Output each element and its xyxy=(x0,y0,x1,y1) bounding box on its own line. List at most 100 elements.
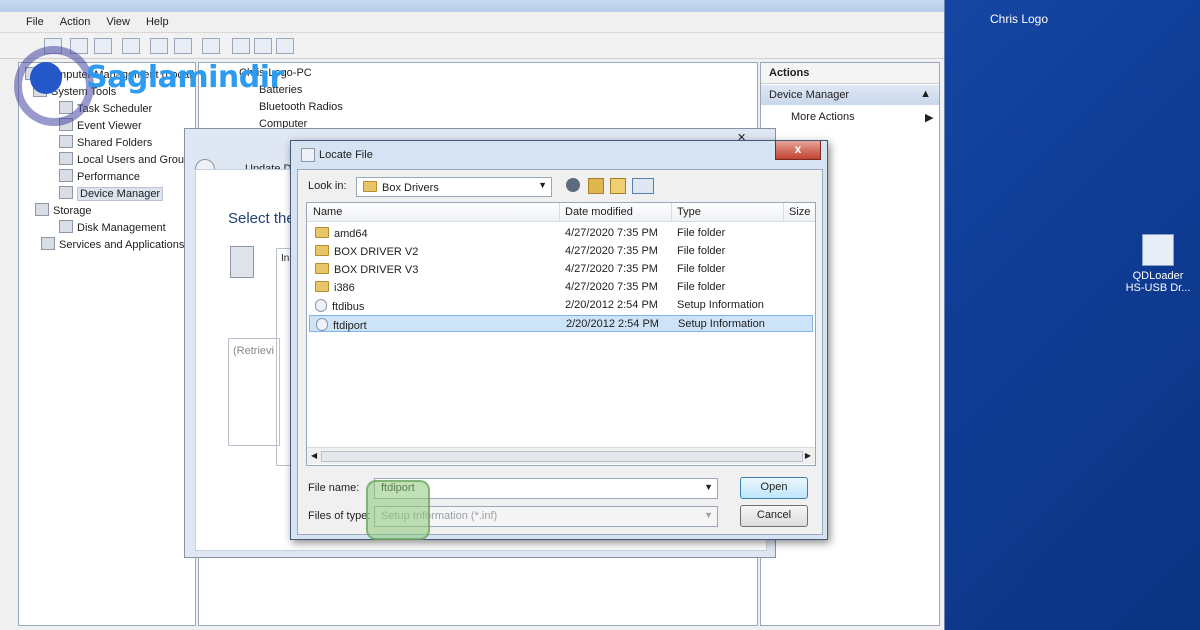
tree-item-performance[interactable]: Performance xyxy=(59,169,140,185)
tree-item-local-users[interactable]: Local Users and Groups xyxy=(59,152,196,168)
disk-icon xyxy=(59,220,73,233)
folder-icon xyxy=(315,227,329,238)
dialog-close-button[interactable]: x xyxy=(775,141,821,160)
desktop-icon-label-2: HS-USB Dr... xyxy=(1125,282,1191,294)
view-menu-icon[interactable] xyxy=(632,178,654,194)
desktop-user-label: Chris Logo xyxy=(990,12,1049,26)
device-bluetooth-radios[interactable]: Bluetooth Radios xyxy=(259,101,343,113)
new-folder-icon[interactable] xyxy=(610,178,626,194)
column-date-modified[interactable]: Date modified xyxy=(565,206,633,218)
file-name-text: ftdibus xyxy=(332,301,365,313)
folder-icon xyxy=(315,245,329,256)
file-row[interactable]: BOX DRIVER V3 4/27/2020 7:35 PM File folde… xyxy=(309,261,813,278)
setup-file-icon xyxy=(316,318,328,331)
file-name-text: amd64 xyxy=(334,228,368,240)
tree-item-services[interactable]: Services and Applications xyxy=(41,237,184,253)
services-icon xyxy=(41,237,55,250)
device-manager-icon xyxy=(59,186,73,199)
actions-device-manager[interactable]: Device Manager ▲ xyxy=(761,85,939,105)
file-type-cell: File folder xyxy=(677,227,726,239)
file-list-header: Name Date modified Type Size xyxy=(307,203,815,222)
file-type-cell: File folder xyxy=(677,281,726,293)
file-name-cell: ftdibus xyxy=(315,299,364,313)
file-row[interactable]: ftdibus 2/20/2012 2:54 PM Setup Informatio… xyxy=(309,297,813,314)
navigation-tree: Computer Management (Local) System Tools… xyxy=(18,62,196,626)
file-name-text: BOX DRIVER V2 xyxy=(334,246,419,258)
scroll-right-icon[interactable]: ▶ xyxy=(805,451,811,460)
retrieving-box: (Retrievi xyxy=(228,338,280,446)
chevron-right-icon: ▶ xyxy=(925,112,934,124)
dropdown-arrow-icon: ▼ xyxy=(704,482,713,492)
users-icon xyxy=(59,152,73,165)
file-row[interactable]: i386 4/27/2020 7:35 PM File folder xyxy=(309,279,813,296)
shared-folder-icon xyxy=(59,135,73,148)
dialog-title: Locate File xyxy=(319,149,373,161)
file-row[interactable]: BOX DRIVER V2 4/27/2020 7:35 PM File folde… xyxy=(309,243,813,260)
look-in-label: Look in: xyxy=(308,180,347,192)
tree-item-storage[interactable]: Storage xyxy=(35,203,92,219)
enable-icon[interactable] xyxy=(276,38,294,54)
file-date-cell: 4/27/2020 7:35 PM xyxy=(565,263,658,275)
file-type-cell: Setup Information xyxy=(678,318,765,330)
desktop-icon-qdloader[interactable]: QDLoader HS-USB Dr... xyxy=(1118,234,1198,294)
tree-item-disk-management[interactable]: Disk Management xyxy=(59,220,166,236)
actions-header: Actions xyxy=(761,63,939,84)
scroll-left-icon[interactable]: ◀ xyxy=(311,451,317,460)
menu-file[interactable]: File xyxy=(26,16,44,28)
update-driver-icon[interactable] xyxy=(232,38,250,54)
file-row[interactable]: ftdiport 2/20/2012 2:54 PM Setup Informati… xyxy=(309,315,813,332)
folder-icon xyxy=(315,263,329,274)
file-name-cell: i386 xyxy=(315,281,355,294)
watermark-text: Saglamindir xyxy=(86,60,284,95)
folder-icon xyxy=(363,181,377,192)
menu-action[interactable]: Action xyxy=(60,16,91,28)
window-titlebar[interactable] xyxy=(0,0,944,12)
file-row[interactable]: amd64 4/27/2020 7:35 PM File folder xyxy=(309,225,813,242)
actions-more[interactable]: More Actions xyxy=(791,111,855,123)
file-name-cell: amd64 xyxy=(315,227,368,240)
file-date-cell: 2/20/2012 2:54 PM xyxy=(565,299,658,311)
files-of-type-label: Files of type: xyxy=(308,510,371,522)
file-name-cell: ftdiport xyxy=(316,318,367,332)
back-icon[interactable] xyxy=(566,178,580,192)
menu-view[interactable]: View xyxy=(106,16,130,28)
dialog-titlebar[interactable]: Locate File xyxy=(291,141,827,169)
folder-icon xyxy=(315,281,329,292)
performance-icon xyxy=(59,169,73,182)
file-date-cell: 2/20/2012 2:54 PM xyxy=(566,318,659,330)
update-driver-heading: Select the xyxy=(228,210,295,227)
dropdown-arrow-icon: ▼ xyxy=(538,180,547,190)
file-date-cell: 4/27/2020 7:35 PM xyxy=(565,227,658,239)
file-type-cell: File folder xyxy=(677,245,726,257)
desktop-icon-label-1: QDLoader xyxy=(1132,270,1184,282)
menu-bar: File Action View Help xyxy=(0,12,944,33)
column-name[interactable]: Name xyxy=(313,206,342,218)
collapse-icon: ▲ xyxy=(920,88,931,100)
cancel-button[interactable]: Cancel xyxy=(740,505,808,527)
file-date-cell: 4/27/2020 7:35 PM xyxy=(565,245,658,257)
file-name-text: ftdiport xyxy=(333,320,367,332)
tree-item-device-manager[interactable]: Device Manager xyxy=(59,186,164,202)
tree-item-shared-folders[interactable]: Shared Folders xyxy=(59,135,152,151)
file-list: Name Date modified Type Size amd64 4/27/2… xyxy=(306,202,816,466)
chip-watermark-icon xyxy=(366,442,466,572)
file-rows: amd64 4/27/2020 7:35 PM File folder BOX DRI… xyxy=(307,225,815,445)
column-type[interactable]: Type xyxy=(677,206,701,218)
column-size[interactable]: Size xyxy=(789,206,810,218)
file-name-text: BOX DRIVER V3 xyxy=(334,264,419,276)
file-name-text: i386 xyxy=(334,282,355,294)
open-button[interactable]: Open xyxy=(740,477,808,499)
file-date-cell: 4/27/2020 7:35 PM xyxy=(565,281,658,293)
driver-package-icon xyxy=(230,246,254,278)
menu-help[interactable]: Help xyxy=(146,16,169,28)
uninstall-icon[interactable] xyxy=(254,38,272,54)
storage-icon xyxy=(35,203,49,216)
qdloader-icon xyxy=(1142,234,1174,266)
file-name-label: File name: xyxy=(308,482,360,494)
look-in-combo[interactable]: Box Drivers ▼ xyxy=(356,177,552,197)
file-type-cell: Setup Information xyxy=(677,299,764,311)
watermark-dot-icon xyxy=(30,62,62,94)
file-type-cell: File folder xyxy=(677,263,726,275)
file-name-cell: BOX DRIVER V3 xyxy=(315,263,418,276)
up-folder-icon[interactable] xyxy=(588,178,604,194)
